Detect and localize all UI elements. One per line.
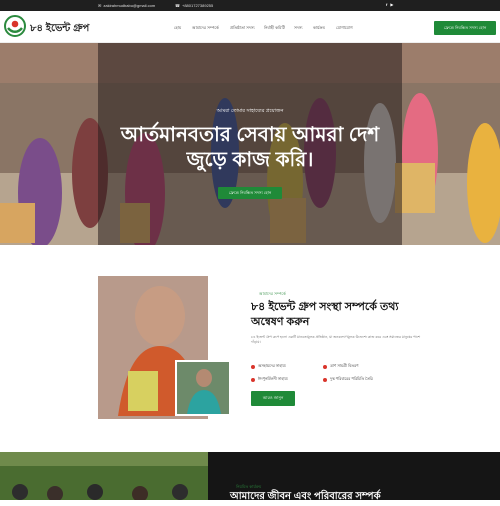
about-secondary-image [175,360,231,416]
check-icon [251,377,255,382]
about-text: ৮৪ ইভেন্ট গ্রুপ রুপে হলো একটি মানবতামূলক… [251,335,421,344]
activities-image [0,452,208,500]
youtube-icon[interactable]: ▶ [390,2,393,7]
check-icon [323,377,327,382]
phone-icon: ☎ [175,3,180,8]
group-photo [0,452,208,500]
about-eyebrow: আমাদের সম্পর্কে [259,291,286,296]
woman-photo [177,362,229,414]
email-text: zakirahmudbabu@gmail.com [103,3,156,8]
hero-title: আর্তমানবতার সেবায় আমরা দেশ জুড়ে কাজ কর… [120,124,380,171]
logo-icon [7,18,23,34]
social-links: f ▶ [386,2,393,7]
hero-register-button[interactable]: ফ্রেন্ডে নিবন্ধিত সদস্য হোন [218,187,282,199]
hero-banner: আমরা তোমার সাহায্যের প্রয়োজন আর্তমানবতা… [0,43,500,245]
mail-icon: ✉ [98,3,102,8]
feature-item: ঈদপুনর্মিলনী সাহায্য [251,376,288,383]
about-more-button[interactable]: আরও জানুন [251,391,295,406]
feature-item: দুস্থ পরিবারের পরিচিতি তৈরি [323,376,373,383]
register-button[interactable]: ফ্রেন্ডে নিবন্ধিত সদস্য হোন [434,21,496,35]
feature-item: অসহায়দের সাহায্য [251,363,286,370]
nav-founders[interactable]: প্রতিষ্ঠাতা সদস্য [230,25,255,32]
logo[interactable] [4,15,26,37]
nav-contact[interactable]: যোগাযোগ [336,25,353,32]
nav-committee[interactable]: নির্বাহী কমিটি [264,25,285,32]
nav-home[interactable]: হোম [174,25,181,32]
phone-text: +8801727389255 [181,3,214,8]
about-title: ৮৪ ইভেন্ট গ্রুপ সংস্থা সম্পর্কে তথ্য অন্… [251,301,399,328]
facebook-icon[interactable]: f [386,2,387,7]
topbar: ✉ zakirahmudbabu@gmail.com ☎ +8801727389… [0,0,500,11]
nav-about[interactable]: আমাদের সম্পর্কে [192,25,219,32]
nav-activities[interactable]: কার্যক্রম [313,25,325,32]
phone-contact[interactable]: ☎ +8801727389255 [175,3,213,8]
site-header: ৮৪ ইভেন্ট গ্রুপ হোম আমাদের সম্পর্কে প্রত… [0,11,500,43]
feature-item: ত্রাণ সামগ্রী বিতরণ [323,363,358,370]
nav-members[interactable]: সদস্য [294,25,303,32]
email-contact[interactable]: ✉ zakirahmudbabu@gmail.com [98,3,155,8]
brand-name: ৮৪ ইভেন্ট গ্রুপ [30,23,90,34]
activities-title: আমাদের জীবন এবং পরিবারের সম্পর্ক [230,491,381,502]
check-icon [251,364,255,369]
check-icon [323,364,327,369]
hero-eyebrow: আমরা তোমার সাহায্যের প্রয়োজন [216,108,284,114]
